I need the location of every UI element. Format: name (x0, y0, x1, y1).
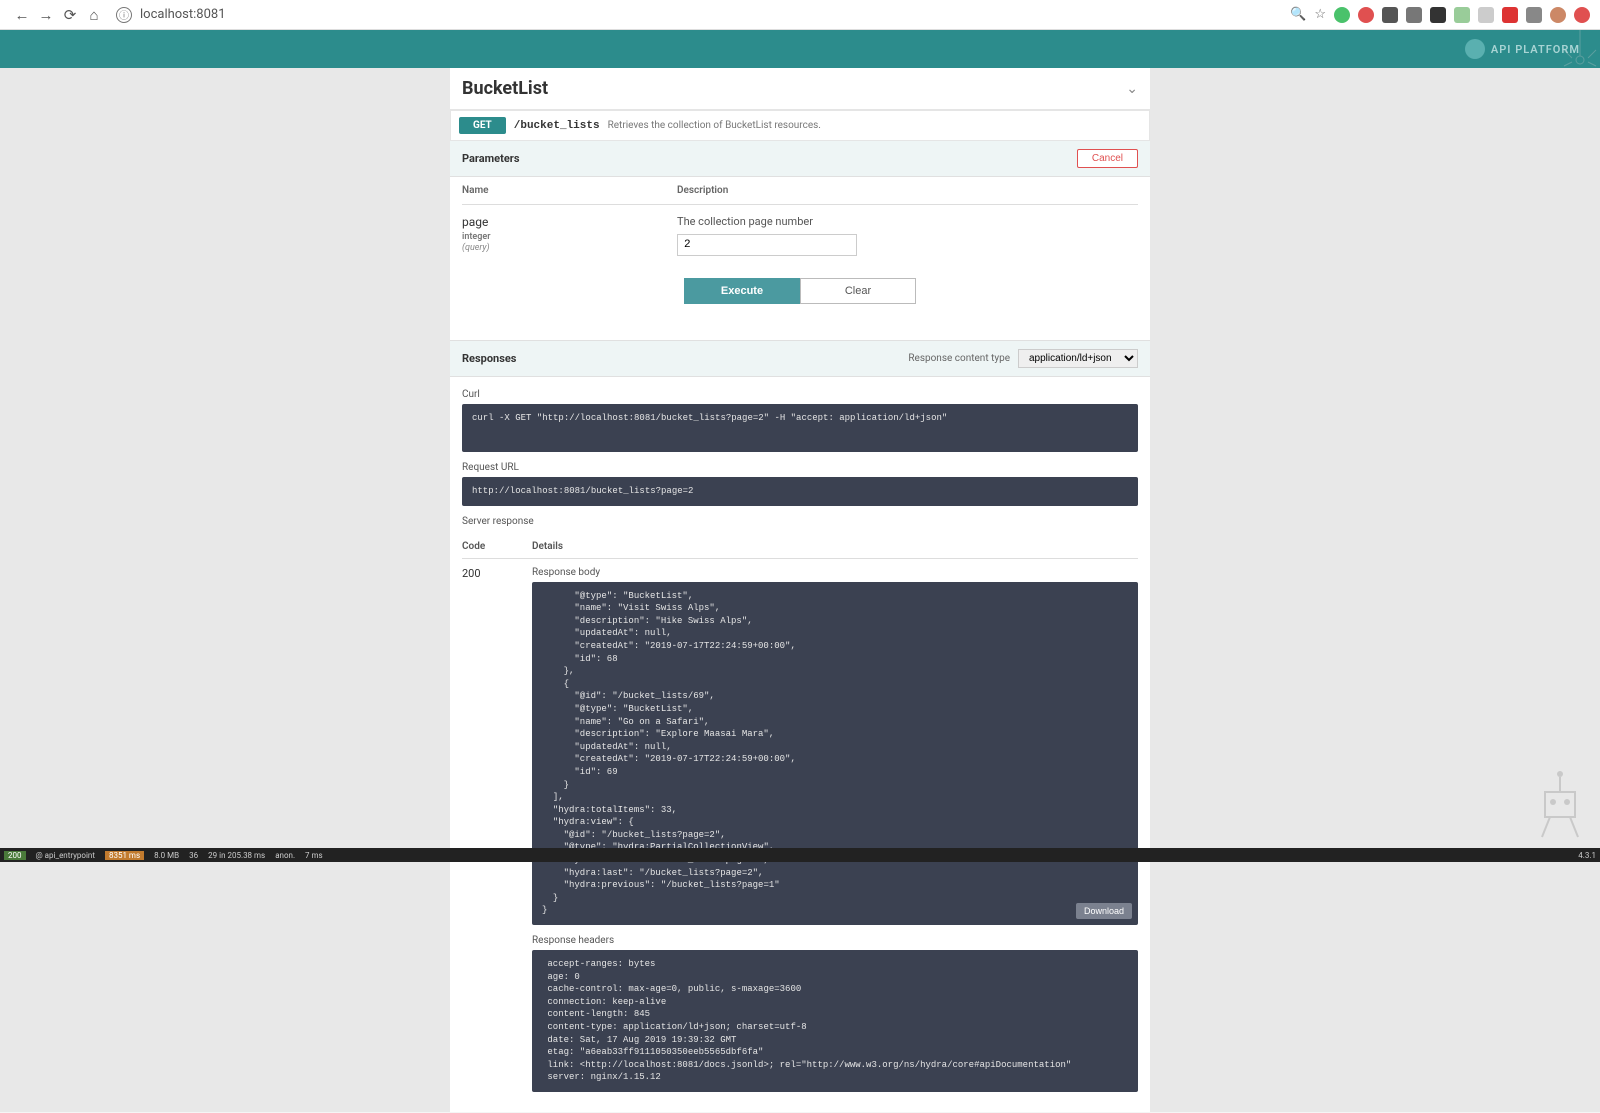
parameter-row: page integer (query) The collection page… (462, 205, 1138, 266)
ext-divider (1526, 7, 1542, 23)
request-url-label: Request URL (462, 462, 1138, 473)
debug-version[interactable]: 4.3.1 (1578, 851, 1596, 860)
debug-user[interactable]: anon. (275, 851, 295, 860)
response-headers: accept-ranges: bytes age: 0 cache-contro… (532, 950, 1138, 1092)
param-in: (query) (462, 243, 677, 253)
code-column-header: Code (462, 541, 532, 552)
back-button[interactable]: ← (10, 3, 34, 27)
browser-extensions: 🔍 ☆ (1290, 7, 1590, 23)
status-code: 200 (462, 567, 532, 1092)
param-name: page (462, 215, 677, 229)
request-url: http://localhost:8081/bucket_lists?page=… (462, 477, 1138, 506)
symfony-debug-bar[interactable]: 200 @ api_entrypoint 8351 ms 8.0 MB 36 2… (0, 848, 1600, 862)
curl-label: Curl (462, 389, 1138, 400)
operation-summary[interactable]: GET /bucket_lists Retrieves the collecti… (450, 110, 1150, 141)
ext-icon-3[interactable] (1382, 7, 1398, 23)
debug-status[interactable]: 200 (4, 851, 26, 860)
browser-toolbar: ← → ⟳ ⌂ ⓘ localhost:8081 🔍 ☆ (0, 0, 1600, 30)
chevron-down-icon: ⌄ (1126, 81, 1138, 97)
download-button[interactable]: Download (1076, 903, 1132, 919)
resource-tag[interactable]: BucketList ⌄ (450, 68, 1150, 110)
ext-icon-6[interactable] (1454, 7, 1470, 23)
forward-button[interactable]: → (34, 3, 58, 27)
operation-path: /bucket_lists (514, 120, 600, 132)
debug-time[interactable]: 8351 ms (105, 851, 144, 860)
spider-decoration (1560, 30, 1600, 70)
ext-icon-2[interactable] (1358, 7, 1374, 23)
param-type: integer (462, 232, 677, 242)
parameters-header: Parameters Cancel (450, 141, 1150, 177)
content-type-label: Response content type (908, 353, 1010, 364)
cancel-button[interactable]: Cancel (1077, 149, 1138, 168)
details-column-header: Details (532, 541, 563, 552)
home-button[interactable]: ⌂ (82, 3, 106, 27)
param-input[interactable] (677, 234, 857, 256)
avatar-icon[interactable] (1550, 7, 1566, 23)
parameters-title: Parameters (462, 152, 519, 165)
brand-logo-icon (1465, 39, 1485, 59)
param-description: The collection page number (677, 215, 857, 228)
column-name-header: Name (462, 185, 677, 196)
debug-ajax2[interactable]: 29 in 205.38 ms (208, 851, 265, 860)
execute-button[interactable]: Execute (684, 278, 800, 304)
operation-description: Retrieves the collection of BucketList r… (608, 120, 821, 131)
robot-decoration (1530, 742, 1590, 842)
http-method-badge: GET (459, 117, 506, 134)
ext-icon-4[interactable] (1406, 7, 1422, 23)
debug-route[interactable]: @ api_entrypoint (36, 851, 95, 860)
server-response-label: Server response (462, 516, 1138, 527)
column-description-header: Description (677, 185, 728, 196)
responses-title: Responses (462, 352, 516, 365)
clear-button[interactable]: Clear (800, 278, 916, 304)
response-body: "@type": "BucketList", "name": "Visit Sw… (532, 582, 1138, 925)
responses-header: Responses Response content type applicat… (450, 340, 1150, 377)
response-body-label: Response body (532, 567, 1138, 578)
ext-icon-8[interactable] (1502, 7, 1518, 23)
ext-icon-5[interactable] (1430, 7, 1446, 23)
debug-ajax1[interactable]: 36 (189, 851, 198, 860)
content-type-select[interactable]: application/ld+json (1018, 349, 1138, 368)
site-info-icon[interactable]: ⓘ (116, 7, 132, 23)
response-row: 200 Response body "@type": "BucketList",… (462, 559, 1138, 1100)
star-icon[interactable]: ☆ (1314, 7, 1326, 22)
ext-icon-1[interactable] (1334, 7, 1350, 23)
debug-memory[interactable]: 8.0 MB (154, 851, 179, 860)
search-icon[interactable]: 🔍 (1290, 7, 1306, 22)
resource-title: BucketList (462, 78, 548, 99)
parameters-table: Name Description page integer (query) Th… (450, 177, 1150, 340)
url-text[interactable]: localhost:8081 (140, 7, 226, 22)
ext-icon-7[interactable] (1478, 7, 1494, 23)
curl-command: curl -X GET "http://localhost:8081/bucke… (462, 404, 1138, 452)
debug-t[interactable]: 7 ms (305, 851, 323, 860)
response-headers-label: Response headers (532, 935, 1138, 946)
reload-button[interactable]: ⟳ (58, 3, 82, 27)
app-header: API PLATFORM (0, 30, 1600, 68)
ext-icon-9[interactable] (1574, 7, 1590, 23)
